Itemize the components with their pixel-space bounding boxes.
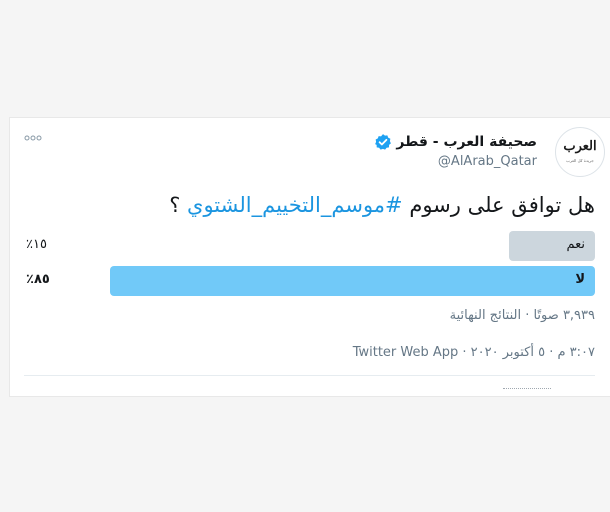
author-display-name[interactable]: صحيفة العرب - قطر: [396, 134, 537, 150]
logo-wordmark: العرب: [563, 139, 597, 154]
poll-option-percent: ٪٨٥: [26, 272, 50, 287]
tweet-text-prefix: هل توافق على رسوم: [402, 193, 595, 217]
tweet-card: العرب جريدة كل العرب صحيفة العرب - قطر @…: [9, 117, 610, 397]
profile-avatar[interactable]: العرب جريدة كل العرب: [555, 127, 605, 177]
poll-option-yes: نعم: [110, 231, 595, 261]
tweet-text: هل توافق على رسوم #موسم_التخييم_الشتوي ؟: [169, 193, 595, 217]
divider: [24, 375, 595, 376]
hashtag-link[interactable]: #موسم_التخييم_الشتوي: [187, 193, 403, 217]
poll-bar-no: [110, 266, 595, 296]
poll-option-no: لا: [110, 266, 595, 296]
author-handle[interactable]: @AlArab_Qatar: [438, 154, 537, 169]
poll-option-percent: ٪١٥: [26, 237, 47, 252]
more-options-icon[interactable]: [24, 134, 42, 142]
tweet-text-suffix: ؟: [169, 193, 188, 217]
poll-summary: ٣,٩٣٩ صوتًا · النتائج النهائية: [449, 308, 595, 323]
author-name-row: صحيفة العرب - قطر: [374, 132, 537, 152]
verified-badge-icon: [375, 134, 392, 150]
tweet-timestamp[interactable]: ٣:٠٧ م · ٥ أكتوبر ٢٠٢٠ · Twitter Web App: [353, 345, 595, 360]
engagement-row: [503, 388, 551, 396]
poll-option-label: نعم: [566, 237, 585, 252]
poll-option-label: لا: [575, 272, 585, 287]
logo-tagline: جريدة كل العرب: [566, 158, 594, 163]
